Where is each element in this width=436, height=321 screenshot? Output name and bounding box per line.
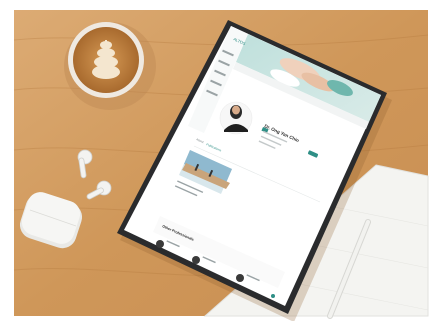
floating-action-button[interactable] [271,294,275,298]
coffee-cup [64,22,156,110]
scene-illustration: ALTOS Dr. Ong Yan Chin About Publication… [0,0,436,321]
product-photo: ALTOS Dr. Ong Yan Chin About Publication… [0,0,436,321]
